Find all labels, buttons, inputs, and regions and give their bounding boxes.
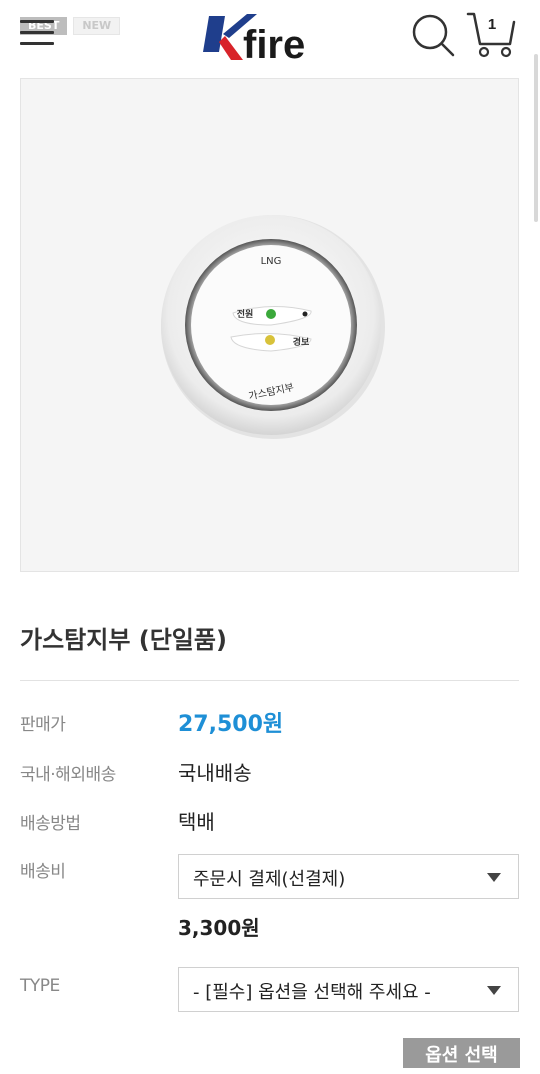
type-option-select-value: - [필수] 옵션을 선택해 주세요 - — [193, 982, 431, 1003]
shipping-method-value: 택배 — [178, 810, 215, 834]
shipping-region-value: 국내배송 — [178, 761, 252, 785]
type-option-select[interactable]: - [필수] 옵션을 선택해 주세요 - — [178, 967, 519, 1012]
shipping-fee-select-value: 주문시 결제(선결제) — [193, 869, 346, 890]
dropdown-arrow-icon — [487, 873, 501, 882]
kfire-logo[interactable]: fire — [203, 8, 343, 67]
option-select-button[interactable]: 옵션 선택 — [403, 1038, 520, 1068]
search-icon[interactable] — [410, 12, 456, 58]
logo-text: fire — [243, 23, 305, 66]
price-value: 27,500원 — [178, 712, 284, 737]
shipping-fee-select[interactable]: 주문시 결제(선결제) — [178, 854, 519, 899]
shipping-method-label: 배송방법 — [20, 814, 81, 834]
shipping-fee-label: 배송비 — [20, 862, 66, 882]
page-scrollbar[interactable] — [534, 54, 538, 222]
dropdown-arrow-icon — [487, 986, 501, 995]
device-label-alarm: 경보 — [293, 336, 310, 348]
shipping-fee-value: 3,300원 — [178, 916, 260, 940]
device-label-power: 전원 — [237, 308, 254, 320]
new-badge: NEW — [73, 17, 121, 35]
cart-count: 1 — [487, 16, 497, 33]
product-title: 가스탐지부 (단일품) — [20, 626, 227, 654]
divider — [20, 680, 519, 681]
price-label: 판매가 — [20, 715, 66, 735]
top-header: BEST NEW fire 1 — [0, 0, 540, 72]
hamburger-menu-icon[interactable] — [20, 20, 54, 46]
cart-icon[interactable]: 1 — [466, 10, 518, 60]
product-image[interactable]: LNG 전원 경보 가스탐지부 — [20, 78, 519, 572]
type-label: TYPE — [20, 976, 60, 996]
shipping-region-label: 국내·해외배송 — [20, 765, 116, 785]
device-label-top: LNG — [261, 256, 282, 267]
